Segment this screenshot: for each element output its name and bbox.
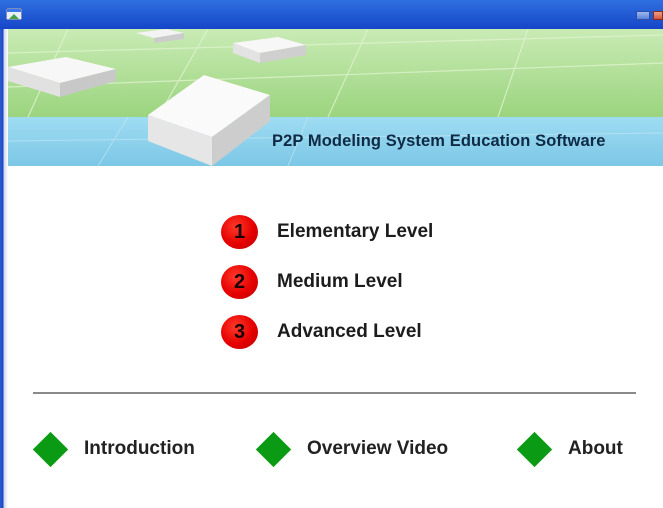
elementary-level-button[interactable]: 1 Elementary Level: [221, 214, 433, 250]
medium-level-button[interactable]: 2 Medium Level: [221, 264, 403, 300]
diamond-icon: [32, 431, 69, 467]
link-label: Introduction: [84, 438, 195, 459]
overview-video-link[interactable]: Overview Video: [255, 431, 449, 467]
divider: [33, 392, 636, 394]
level-number-badge: 2: [221, 265, 258, 299]
level-label: Medium Level: [277, 271, 403, 292]
diamond-icon: [255, 431, 292, 467]
link-label: About: [568, 438, 623, 459]
link-label: Overview Video: [307, 438, 449, 459]
level-label: Elementary Level: [277, 221, 434, 242]
minimize-button[interactable]: [636, 11, 650, 20]
window-frame-left: [0, 29, 8, 508]
app-title: P2P Modeling System Education Software: [272, 132, 606, 150]
level-number-badge: 3: [221, 315, 258, 349]
level-label: Advanced Level: [277, 321, 422, 342]
title-bar: [0, 0, 663, 29]
about-link[interactable]: About: [516, 431, 623, 467]
introduction-link[interactable]: Introduction: [32, 431, 195, 467]
advanced-level-button[interactable]: 3 Advanced Level: [221, 314, 422, 350]
app-window-icon: [6, 8, 22, 20]
diamond-icon: [516, 431, 553, 467]
close-button[interactable]: [653, 11, 663, 20]
level-number-badge: 1: [221, 215, 258, 249]
